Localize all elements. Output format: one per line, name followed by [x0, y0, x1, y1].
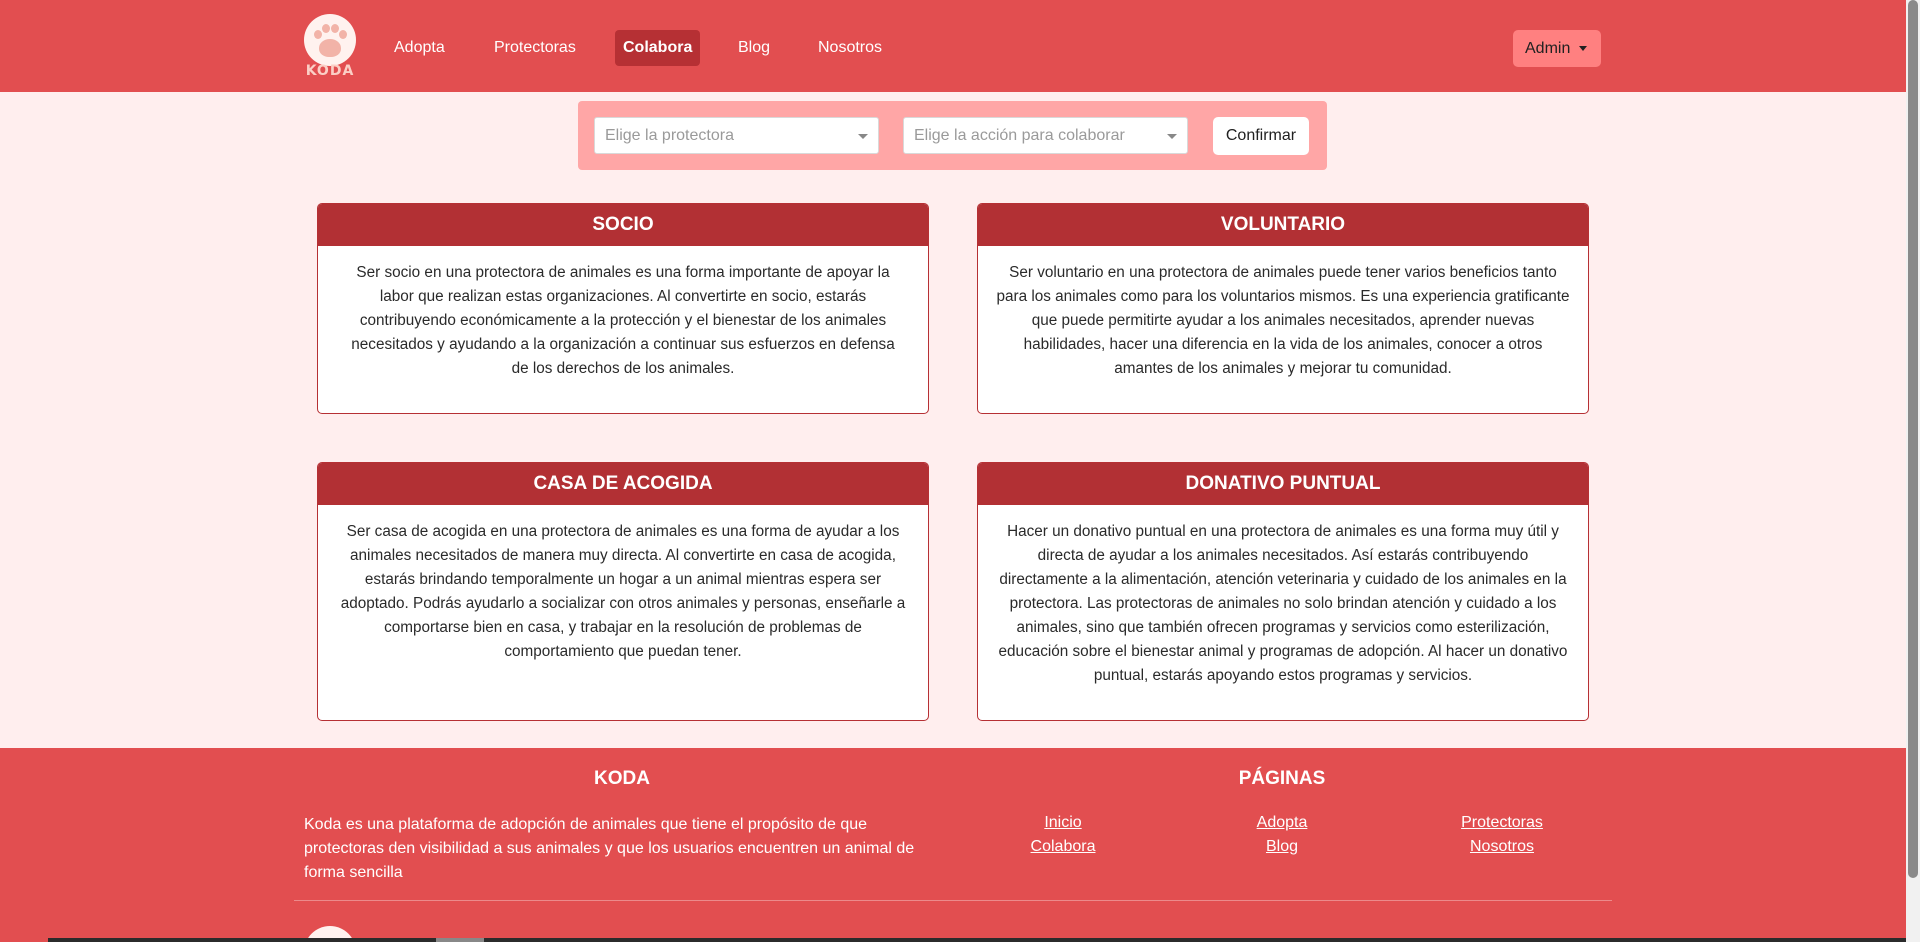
- footer-about-text: Koda es una plataforma de adopción de an…: [304, 816, 915, 881]
- footer-about-title: KODA: [594, 768, 650, 789]
- accion-select[interactable]: Elige la acción para colaborar: [903, 117, 1188, 154]
- admin-menu-button[interactable]: Admin: [1513, 30, 1601, 67]
- footer-link-inicio[interactable]: Inicio: [993, 814, 1133, 832]
- vertical-scrollbar[interactable]: [1906, 0, 1920, 942]
- card-donativo-puntual: DONATIVO PUNTUAL Hacer un donativo puntu…: [977, 462, 1589, 721]
- top-navbar: KODA Adopta Protectoras Colabora Blog No…: [0, 0, 1906, 92]
- koda-logo[interactable]: KODA: [304, 14, 356, 80]
- admin-label: Admin: [1525, 40, 1571, 57]
- footer-link-nosotros[interactable]: Nosotros: [1432, 838, 1572, 856]
- card-text: Hacer un donativo puntual en una protect…: [998, 523, 1568, 684]
- page: KODA Adopta Protectoras Colabora Blog No…: [0, 0, 1906, 942]
- card-title: VOLUNTARIO: [978, 204, 1588, 246]
- footer-link-adopta[interactable]: Adopta: [1212, 814, 1352, 832]
- chevron-down-icon: [1167, 134, 1177, 139]
- card-text: Ser voluntario en una protectora de anim…: [996, 264, 1570, 377]
- card-socio: SOCIO Ser socio en una protectora de ani…: [317, 203, 929, 414]
- card-text: Ser casa de acogida en una protectora de…: [340, 523, 906, 660]
- card-title: CASA DE ACOGIDA: [318, 463, 928, 505]
- confirm-button[interactable]: Confirmar: [1213, 117, 1309, 155]
- nav-colabora[interactable]: Colabora: [615, 30, 701, 66]
- footer-pages-title: PÁGINAS: [1238, 768, 1326, 789]
- card-title: SOCIO: [318, 204, 928, 246]
- protectora-select[interactable]: Elige la protectora: [594, 117, 879, 154]
- footer-link-protectoras[interactable]: Protectoras: [1432, 814, 1572, 832]
- nav-nosotros[interactable]: Nosotros: [818, 30, 882, 66]
- logo-text: KODA: [305, 63, 355, 79]
- card-title: DONATIVO PUNTUAL: [978, 463, 1588, 505]
- colabora-filter-bar: Elige la protectora Elige la acción para…: [578, 101, 1327, 170]
- nav-blog[interactable]: Blog: [738, 30, 770, 66]
- nav-adopta[interactable]: Adopta: [394, 30, 445, 66]
- scrollbar-thumb[interactable]: [1908, 0, 1918, 878]
- paw-logo-icon: [304, 14, 356, 66]
- dropdown-caret-icon: [1579, 46, 1587, 51]
- accion-select-placeholder: Elige la acción para colaborar: [914, 127, 1125, 144]
- footer-divider: [294, 900, 1612, 901]
- nav-protectoras[interactable]: Protectoras: [494, 30, 576, 66]
- bottom-strip-segment: [436, 938, 484, 942]
- footer: KODA Koda es una plataforma de adopción …: [0, 748, 1906, 942]
- bottom-strip: [48, 938, 1906, 942]
- card-voluntario: VOLUNTARIO Ser voluntario en una protect…: [977, 203, 1589, 414]
- chevron-down-icon: [858, 134, 868, 139]
- protectora-select-placeholder: Elige la protectora: [605, 127, 734, 144]
- card-text: Ser socio en una protectora de animales …: [351, 264, 895, 377]
- footer-link-colabora[interactable]: Colabora: [993, 838, 1133, 856]
- card-casa-de-acogida: CASA DE ACOGIDA Ser casa de acogida en u…: [317, 462, 929, 721]
- footer-link-blog[interactable]: Blog: [1212, 838, 1352, 856]
